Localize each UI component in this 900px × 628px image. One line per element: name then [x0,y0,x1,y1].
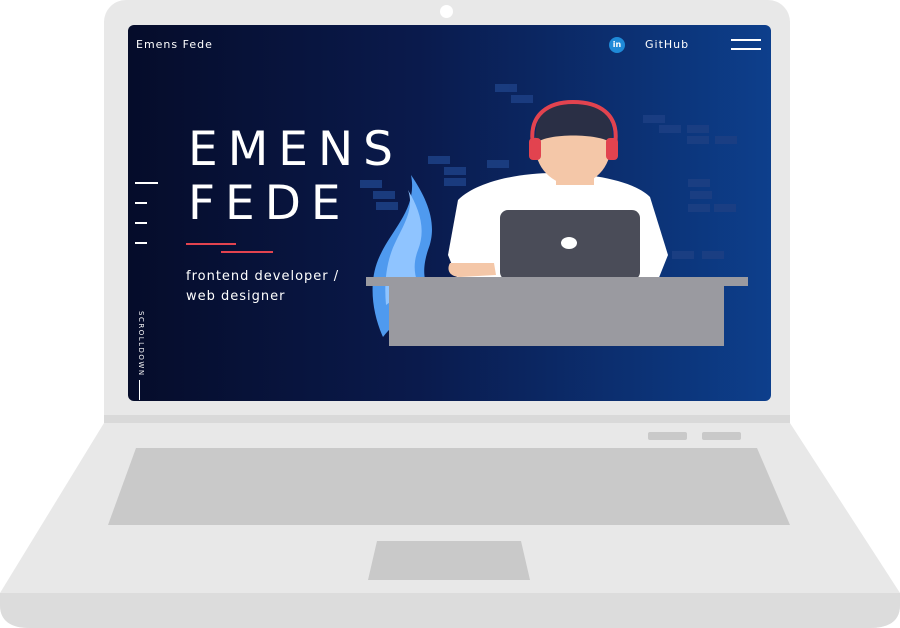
webcam [440,5,453,18]
screen: Emens Fede in GitHub EMENS FEDE frontend… [128,25,771,401]
laptop-base [0,423,900,628]
laptop-hinge [104,415,790,423]
developer-illustration [360,84,748,346]
